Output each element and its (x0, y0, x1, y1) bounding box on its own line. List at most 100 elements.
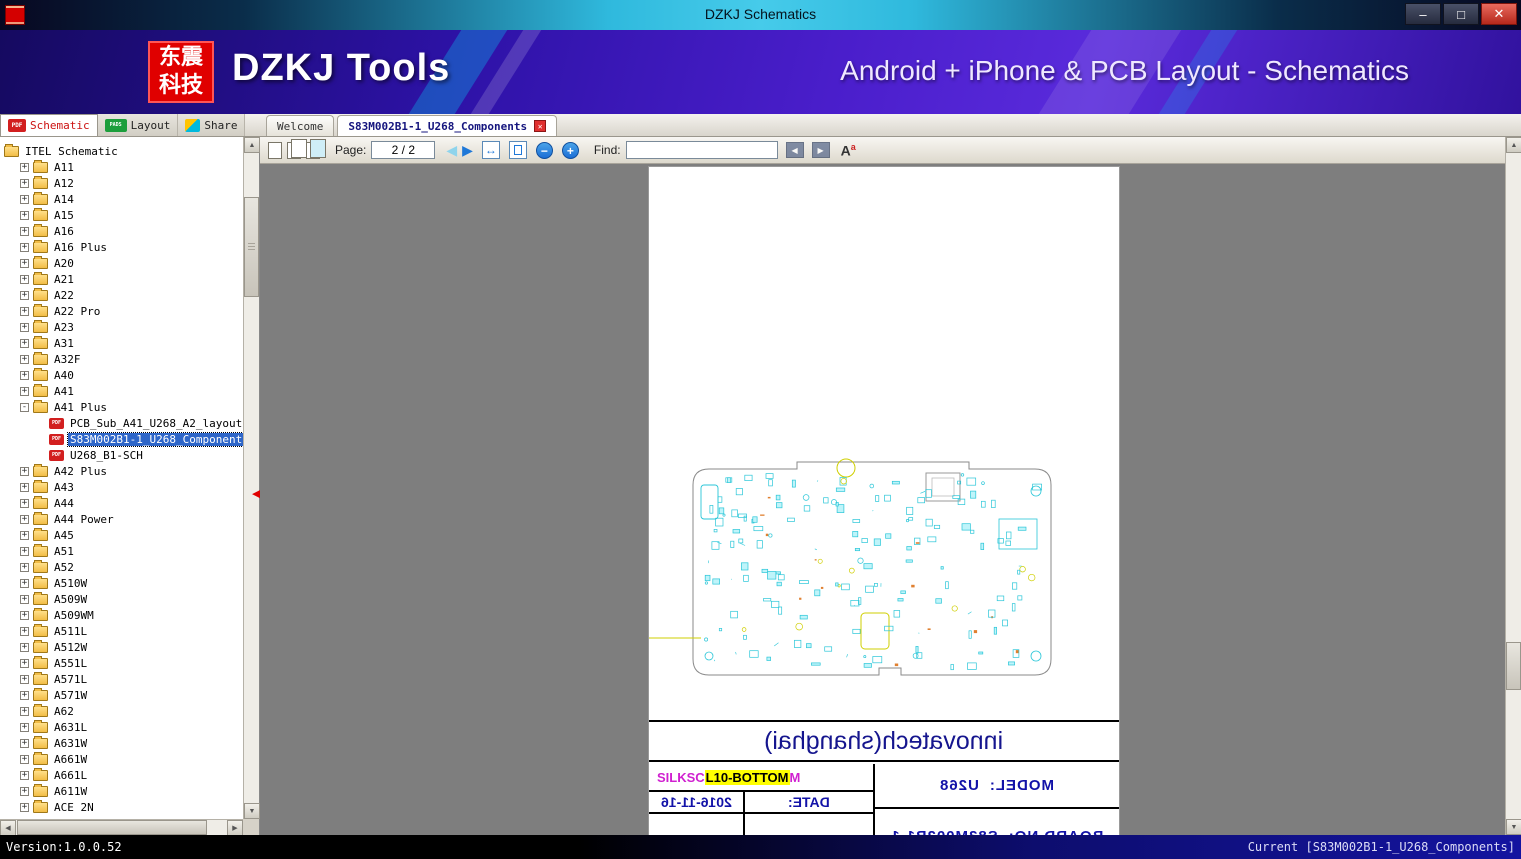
tree-vertical-scrollbar[interactable]: ▲ ▼ (243, 137, 260, 819)
tree-expander-icon[interactable]: + (20, 642, 29, 652)
tree-expander-icon[interactable]: + (20, 754, 29, 764)
tab-layout[interactable]: PADS Layout (97, 114, 179, 136)
tree-item[interactable]: + A51 (0, 543, 243, 559)
tree-expander-icon[interactable]: + (20, 354, 29, 364)
tree-expander-icon[interactable]: + (20, 162, 29, 172)
tree-expander-icon[interactable]: + (20, 722, 29, 732)
scroll-down-icon[interactable]: ▼ (1506, 819, 1521, 835)
next-page-icon[interactable]: ▶ (462, 143, 473, 157)
tree-item[interactable]: + A611W (0, 783, 243, 799)
tree-expander-icon[interactable]: + (20, 594, 29, 604)
continuous-pages-icon[interactable] (306, 138, 326, 159)
tree-item[interactable]: + A512W (0, 639, 243, 655)
tree-item[interactable]: + A23 (0, 319, 243, 335)
tree-expander-icon[interactable]: + (20, 386, 29, 396)
tree-expander-icon[interactable]: + (20, 498, 29, 508)
tree-item-label[interactable]: ITEL Schematic (23, 145, 120, 158)
tree-item[interactable]: PDF U268_B1-SCH (0, 447, 243, 463)
tab-schematic[interactable]: PDF Schematic (0, 114, 98, 136)
tree-item[interactable]: + A16 Plus (0, 239, 243, 255)
tree-item-label[interactable]: A51 (52, 545, 76, 558)
tree-expander-icon[interactable]: + (20, 674, 29, 684)
tree-item-label[interactable]: A41 Plus (52, 401, 109, 414)
tree-item-label[interactable]: A44 (52, 497, 76, 510)
tree-expander-icon[interactable]: + (20, 178, 29, 188)
tree-item[interactable]: + A631L (0, 719, 243, 735)
tree-expander-icon[interactable]: + (20, 690, 29, 700)
tree-item[interactable]: + A32F (0, 351, 243, 367)
tree-expander-icon[interactable]: + (20, 786, 29, 796)
scroll-down-icon[interactable]: ▼ (244, 803, 260, 819)
tree-item[interactable]: + A509WM (0, 607, 243, 623)
tree-item-label[interactable]: A40 (52, 369, 76, 382)
tree-item[interactable]: + A22 (0, 287, 243, 303)
tree-item-label[interactable]: A631L (52, 721, 89, 734)
tree-item-label[interactable]: A52 (52, 561, 76, 574)
tree-item[interactable]: + A571W (0, 687, 243, 703)
tree-item[interactable]: + A42 Plus (0, 463, 243, 479)
tree-item[interactable]: + A31 (0, 335, 243, 351)
tree-expander-icon[interactable]: + (20, 546, 29, 556)
tree-expander-icon[interactable]: + (20, 194, 29, 204)
tree-item-label[interactable]: A661L (52, 769, 89, 782)
tree-expander-icon[interactable]: + (20, 738, 29, 748)
tree-item[interactable]: + A15 (0, 207, 243, 223)
tree-item-label[interactable]: A15 (52, 209, 76, 222)
tree-item-label[interactable]: A509WM (52, 609, 96, 622)
close-tab-icon[interactable]: ✕ (534, 120, 547, 132)
text-zoom-icon[interactable]: Aa (841, 142, 856, 159)
tab-welcome[interactable]: Welcome (266, 115, 335, 136)
find-previous-icon[interactable]: ◀ (785, 142, 804, 158)
scroll-up-icon[interactable]: ▲ (1506, 137, 1521, 153)
tree-item[interactable]: + A14 (0, 191, 243, 207)
previous-page-icon[interactable]: ◀ (446, 143, 457, 157)
tree-item[interactable]: + A43 (0, 479, 243, 495)
tree-expander-icon[interactable]: + (20, 466, 29, 476)
tree-item-label[interactable]: U268_B1-SCH (68, 449, 145, 462)
tree-item-label[interactable]: A611W (52, 785, 89, 798)
tree-item-label[interactable]: A44 Power (52, 513, 116, 526)
tree-item-label[interactable]: A16 (52, 225, 76, 238)
tree-hscroll-thumb[interactable] (17, 820, 207, 835)
tree-item[interactable]: + A631W (0, 735, 243, 751)
tree-item-label[interactable]: A511L (52, 625, 89, 638)
find-next-icon[interactable]: ▶ (811, 142, 830, 158)
tree-item-label[interactable]: A512W (52, 641, 89, 654)
tree-expander-icon[interactable]: + (20, 370, 29, 380)
tree-item-label[interactable]: A551L (52, 657, 89, 670)
tree-item-label[interactable]: A21 (52, 273, 76, 286)
tree-item[interactable]: + A44 Power (0, 511, 243, 527)
tree-item-label[interactable]: ACE 2N (52, 801, 96, 814)
tree-expander-icon[interactable]: + (20, 610, 29, 620)
tree-item-label[interactable]: A42 Plus (52, 465, 109, 478)
scroll-up-icon[interactable]: ▲ (244, 137, 260, 153)
tree-expander-icon[interactable]: + (20, 210, 29, 220)
tree-expander-icon[interactable]: + (20, 306, 29, 316)
tree-item-label[interactable]: A45 (52, 529, 76, 542)
tree-item[interactable]: + A661L (0, 767, 243, 783)
tree-expander-icon[interactable]: + (20, 514, 29, 524)
tree-item[interactable]: + ACE 2N (0, 799, 243, 815)
tree-item[interactable]: + A44 (0, 495, 243, 511)
tree-expander-icon[interactable]: + (20, 578, 29, 588)
tree-item[interactable]: - A41 Plus (0, 399, 243, 415)
tree-item[interactable]: + A511L (0, 623, 243, 639)
tree-expander-icon[interactable]: + (20, 530, 29, 540)
tree-item[interactable]: + A16 (0, 223, 243, 239)
tree-item[interactable]: + A551L (0, 655, 243, 671)
tree-item-label[interactable]: A22 (52, 289, 76, 302)
scroll-left-icon[interactable]: ◀ (0, 820, 16, 836)
tree-expander-icon[interactable]: + (20, 258, 29, 268)
tree-item[interactable]: + A11 (0, 159, 243, 175)
tree-item-label[interactable]: A62 (52, 705, 76, 718)
tree-item-label[interactable]: A661W (52, 753, 89, 766)
page-number-input[interactable] (371, 141, 436, 159)
tree-expander-icon[interactable]: + (20, 802, 29, 812)
viewer-vertical-scrollbar[interactable]: ▲ ▼ (1505, 137, 1521, 835)
tree-item-label[interactable]: A16 Plus (52, 241, 109, 254)
tree-scroll-thumb[interactable] (244, 197, 259, 297)
zoom-in-icon[interactable]: + (561, 141, 579, 159)
tree-expander-icon[interactable]: + (20, 274, 29, 284)
tree-expander-icon[interactable]: + (20, 706, 29, 716)
tree-item-label[interactable]: S83M002B1-1_U268_Components (67, 431, 243, 447)
